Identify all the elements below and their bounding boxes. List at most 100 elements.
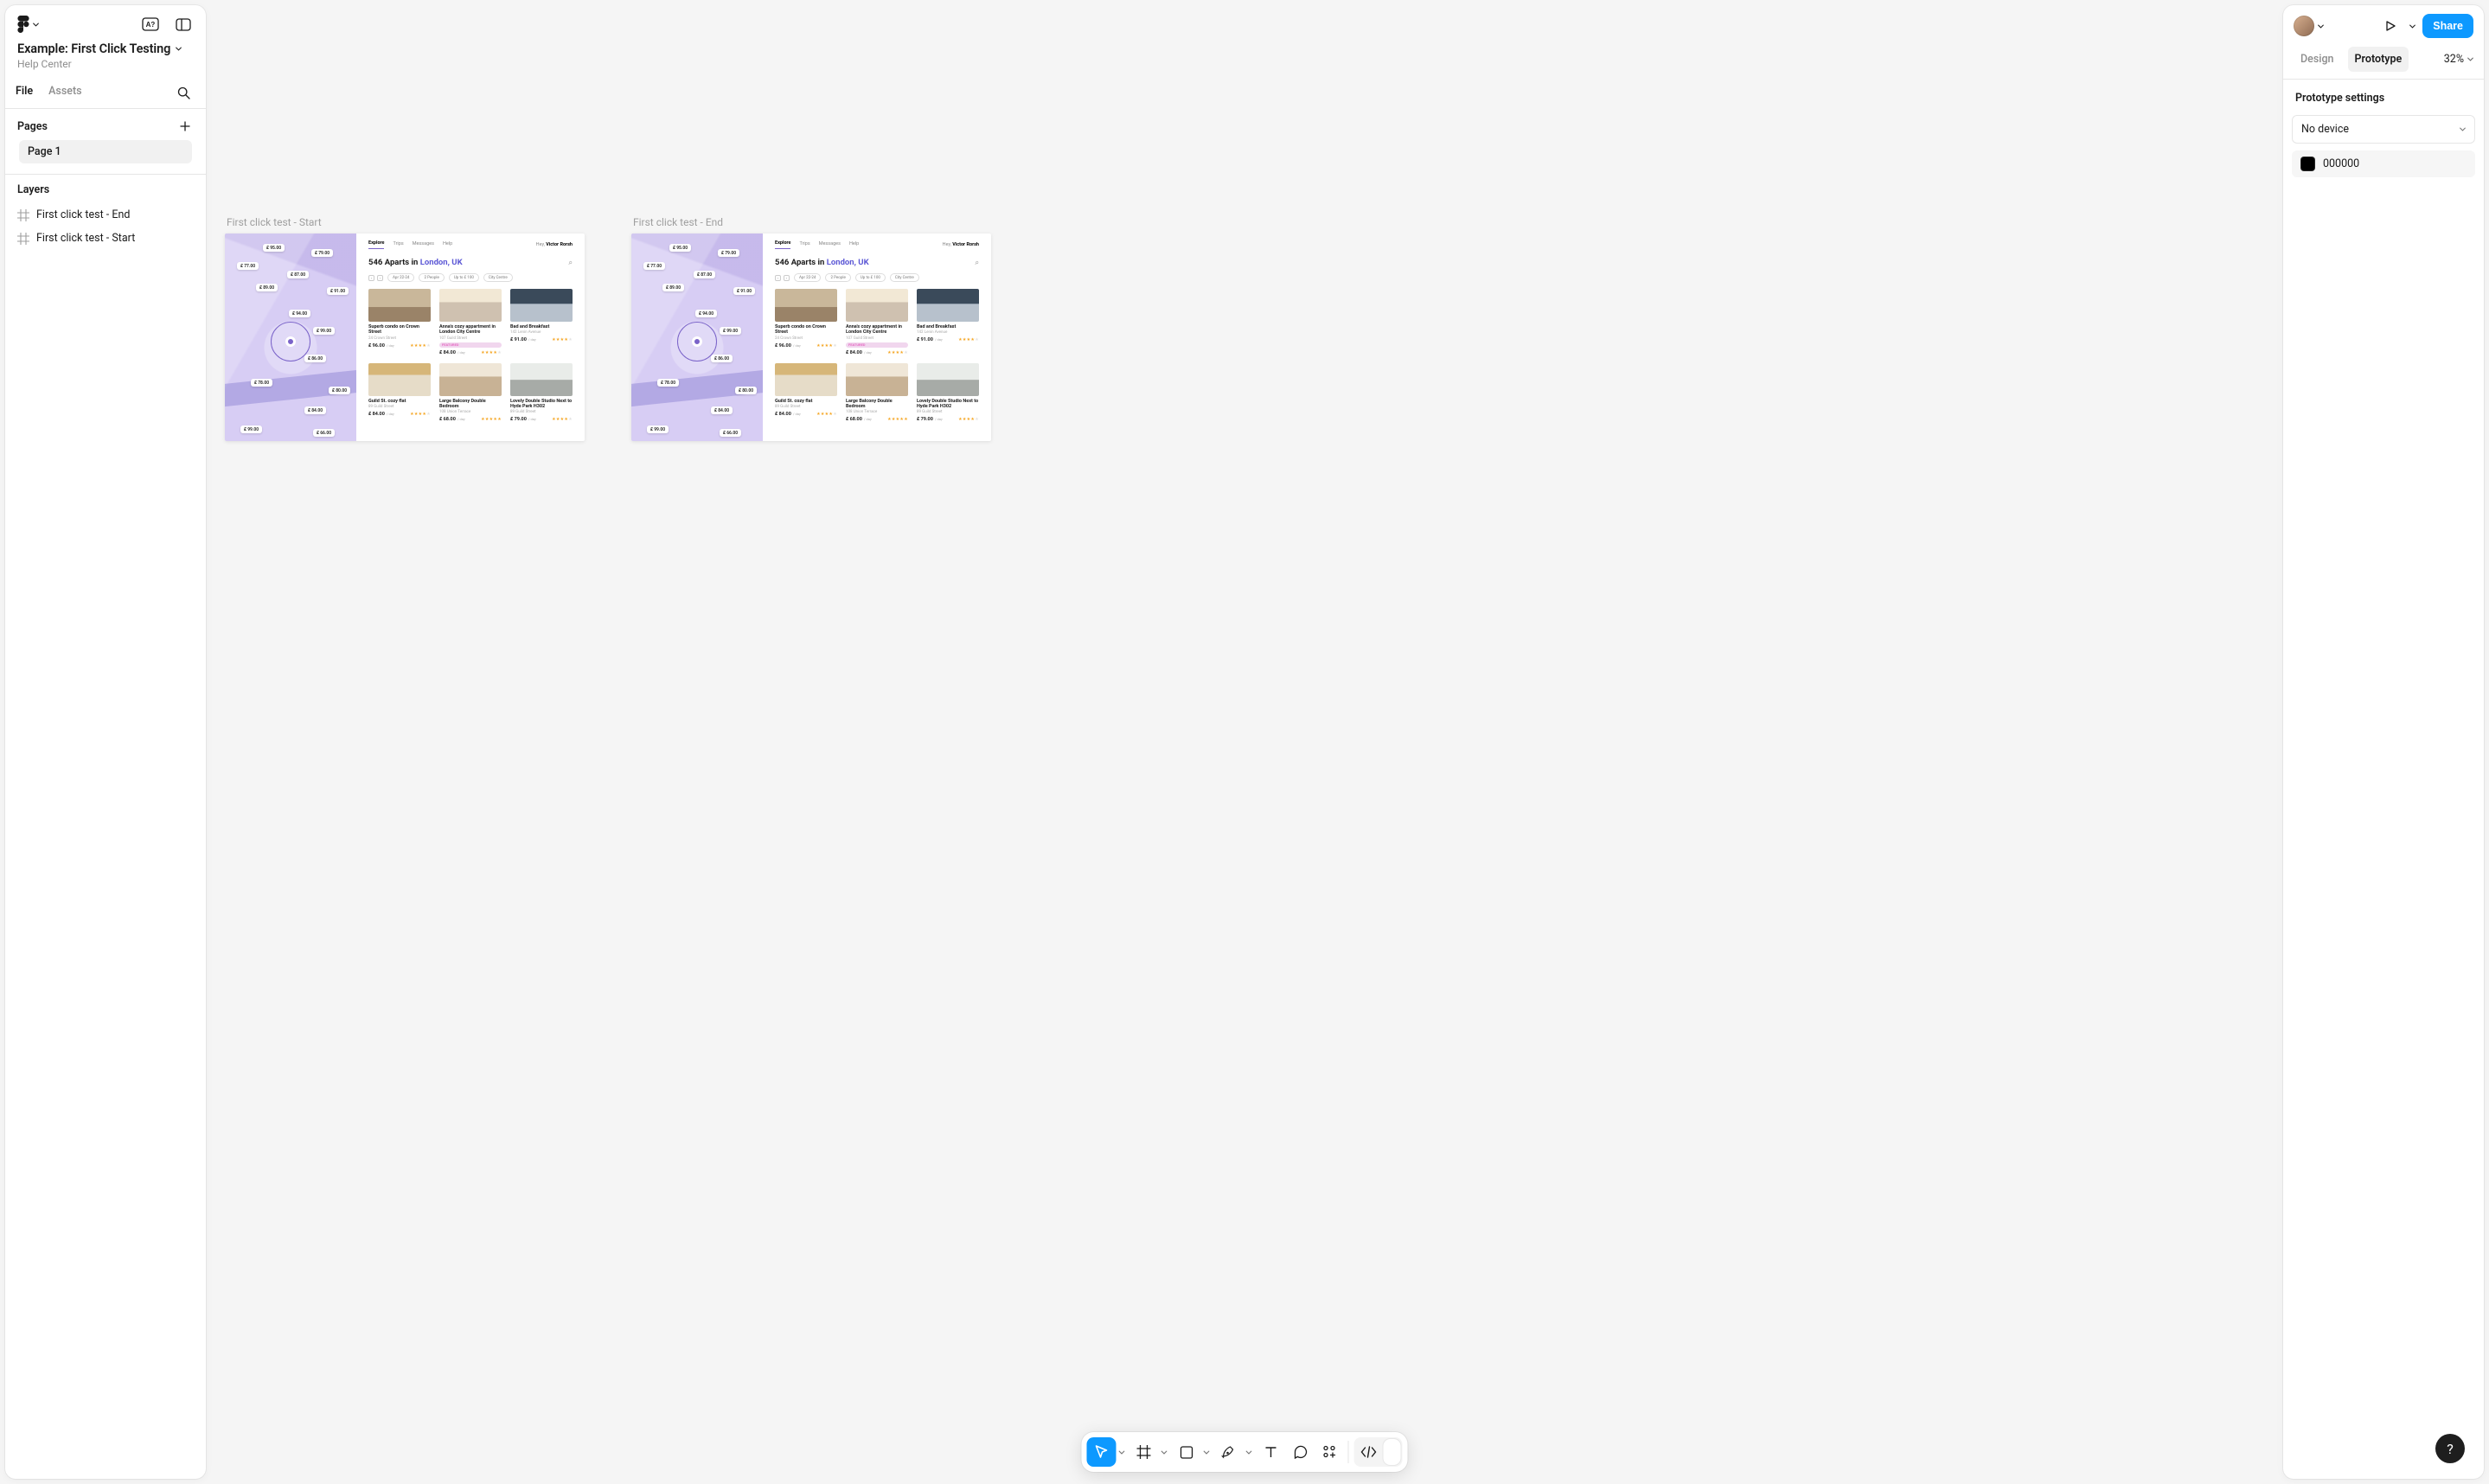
shape-tool-options[interactable] xyxy=(1201,1437,1212,1467)
listing-title: Superb condo on Crown Street xyxy=(368,324,431,336)
listing-thumbnail xyxy=(439,363,502,396)
map[interactable]: £ 95.00£ 79.00£ 77.00£ 87.00£ 89.00£ 91.… xyxy=(631,233,763,441)
background-color-field[interactable]: 000000 xyxy=(2292,150,2475,177)
listing-price: £ 84.00/ day xyxy=(439,350,465,355)
listing-title: Bad and Breakfast xyxy=(510,324,573,329)
listing-rating: ★★★★★ xyxy=(481,417,502,422)
search-icon[interactable]: ⌕ xyxy=(976,259,979,267)
pages-heading: Pages xyxy=(17,120,48,133)
listing-rating: ★★★★★ xyxy=(552,417,573,422)
frame-tool[interactable] xyxy=(1129,1437,1159,1467)
canvas[interactable]: First click test - Start £ 95.00£ 79.00£… xyxy=(0,0,2489,1484)
chevron-down-icon xyxy=(1118,1449,1124,1455)
frame-tool-options[interactable] xyxy=(1159,1437,1169,1467)
present-button[interactable] xyxy=(2379,15,2402,37)
listing-card[interactable]: Bad and Breakfast 142 Lenin Avenue £ 91.… xyxy=(510,289,573,355)
listing-card[interactable]: Lovely Double Studio Next to Hyde Park H… xyxy=(917,363,979,423)
listing-title: Bad and Breakfast xyxy=(917,324,979,329)
listing-price: £ 91.00/ day xyxy=(510,337,536,342)
search-icon[interactable]: ⌕ xyxy=(569,259,573,267)
listing-card[interactable]: Large Balcony Double Bedroom 108 Union T… xyxy=(846,363,908,423)
file-title[interactable]: Example: First Click Testing xyxy=(17,42,170,56)
toggle-sidebar-button[interactable] xyxy=(171,14,195,35)
listing-card[interactable]: Superb condo on Crown Street 24 Crown St… xyxy=(775,289,837,355)
actions-tool[interactable] xyxy=(1315,1437,1345,1467)
frame-label[interactable]: First click test - End xyxy=(631,216,991,228)
color-hex: 000000 xyxy=(2323,157,2359,170)
frame[interactable]: £ 95.00£ 79.00£ 77.00£ 87.00£ 89.00£ 91.… xyxy=(225,233,585,441)
frame-wrapper: First click test - End £ 95.00£ 79.00£ 7… xyxy=(631,216,991,441)
listing-rating: ★★★★★ xyxy=(958,337,979,342)
listing-price: £ 84.00/ day xyxy=(775,412,801,417)
listing-card[interactable]: Superb condo on Crown Street 24 Crown St… xyxy=(368,289,431,355)
listing-card[interactable]: Bad and Breakfast 142 Lenin Avenue £ 91.… xyxy=(917,289,979,355)
listing-card[interactable]: Lovely Double Studio Next to Hyde Park H… xyxy=(510,363,573,423)
zoom-value: 32% xyxy=(2444,53,2464,66)
map[interactable]: £ 95.00£ 79.00£ 77.00£ 87.00£ 89.00£ 91.… xyxy=(225,233,356,441)
listing-card[interactable]: Anna's cozy appartment in London City Ce… xyxy=(846,289,908,355)
chevron-down-icon xyxy=(33,22,39,28)
pen-tool[interactable] xyxy=(1214,1437,1244,1467)
layer-item[interactable]: First click test - Start xyxy=(10,227,201,250)
listing-thumbnail xyxy=(917,363,979,396)
comment-tool[interactable] xyxy=(1286,1437,1315,1467)
play-icon xyxy=(2384,20,2396,32)
page-item[interactable]: Page 1 xyxy=(19,140,192,163)
listing-rating: ★★★★★ xyxy=(958,417,979,422)
ai-actions-button[interactable]: A? xyxy=(138,14,163,35)
help-button[interactable]: ? xyxy=(2435,1434,2465,1463)
toolbar-separator xyxy=(1348,1441,1349,1463)
listing-card[interactable]: Guild St. cozy flat 89 Guild Street £ 84… xyxy=(368,363,431,423)
tab-assets[interactable]: Assets xyxy=(48,85,81,106)
frame-icon xyxy=(17,233,29,245)
listing-card[interactable]: Anna's cozy appartment in London City Ce… xyxy=(439,289,502,355)
pen-tool-options[interactable] xyxy=(1244,1437,1254,1467)
device-select[interactable]: No device xyxy=(2292,115,2475,144)
present-options-button[interactable] xyxy=(2405,15,2419,37)
layer-item[interactable]: First click test - End xyxy=(10,203,201,227)
listing-card[interactable]: Guild St. cozy flat 89 Guild Street £ 84… xyxy=(775,363,837,423)
frame-label[interactable]: First click test - Start xyxy=(225,216,585,228)
file-location[interactable]: Help Center xyxy=(17,58,194,70)
share-button[interactable]: Share xyxy=(2422,14,2473,38)
listing-card[interactable]: Large Balcony Double Bedroom 108 Union T… xyxy=(439,363,502,423)
dev-mode-toggle[interactable] xyxy=(1354,1437,1403,1467)
listing-title: Lovely Double Studio Next to Hyde Park H… xyxy=(917,399,979,410)
chevron-down-icon[interactable] xyxy=(176,46,182,52)
listing-price: £ 96.00/ day xyxy=(368,343,394,349)
code-icon xyxy=(1360,1446,1378,1458)
move-tool-options[interactable] xyxy=(1117,1437,1127,1467)
help-icon: ? xyxy=(2447,1441,2454,1457)
layers-heading: Layers xyxy=(17,183,49,196)
chevron-down-icon xyxy=(2467,56,2473,62)
shape-tool[interactable] xyxy=(1172,1437,1201,1467)
tab-file[interactable]: File xyxy=(16,85,33,106)
layer-name: First click test - Start xyxy=(36,232,135,245)
actions-icon xyxy=(1322,1444,1338,1460)
text-icon xyxy=(1264,1445,1278,1459)
listing-thumbnail xyxy=(439,289,502,322)
add-page-button[interactable] xyxy=(176,118,194,135)
zoom-control[interactable]: 32% xyxy=(2444,53,2473,66)
main-menu-button[interactable] xyxy=(16,14,41,35)
search-button[interactable] xyxy=(171,82,195,103)
listing-address: 108 Union Terrace xyxy=(439,410,502,414)
move-tool[interactable] xyxy=(1087,1437,1117,1467)
user-menu[interactable] xyxy=(2294,16,2324,36)
listing-address: 89 Guild Street xyxy=(917,410,979,414)
frame[interactable]: £ 95.00£ 79.00£ 77.00£ 87.00£ 89.00£ 91.… xyxy=(631,233,991,441)
listing-address: 89 Guild Street xyxy=(510,410,573,414)
listing-thumbnail xyxy=(917,289,979,322)
listing-rating: ★★★★★ xyxy=(887,417,908,422)
search-icon xyxy=(177,86,190,99)
dev-mode-icon-wrap xyxy=(1356,1439,1382,1465)
listing-title: Guild St. cozy flat xyxy=(368,399,431,404)
text-tool[interactable] xyxy=(1257,1437,1286,1467)
listing-price: £ 84.00/ day xyxy=(368,412,394,417)
results-panel: Explore Trips Messages Help Hey, Victor … xyxy=(763,233,991,441)
frame-icon xyxy=(17,209,29,221)
listing-price: £ 91.00/ day xyxy=(917,337,943,342)
tab-prototype[interactable]: Prototype xyxy=(2348,47,2409,72)
listing-rating: ★★★★★ xyxy=(816,343,837,349)
tab-design[interactable]: Design xyxy=(2294,47,2341,72)
